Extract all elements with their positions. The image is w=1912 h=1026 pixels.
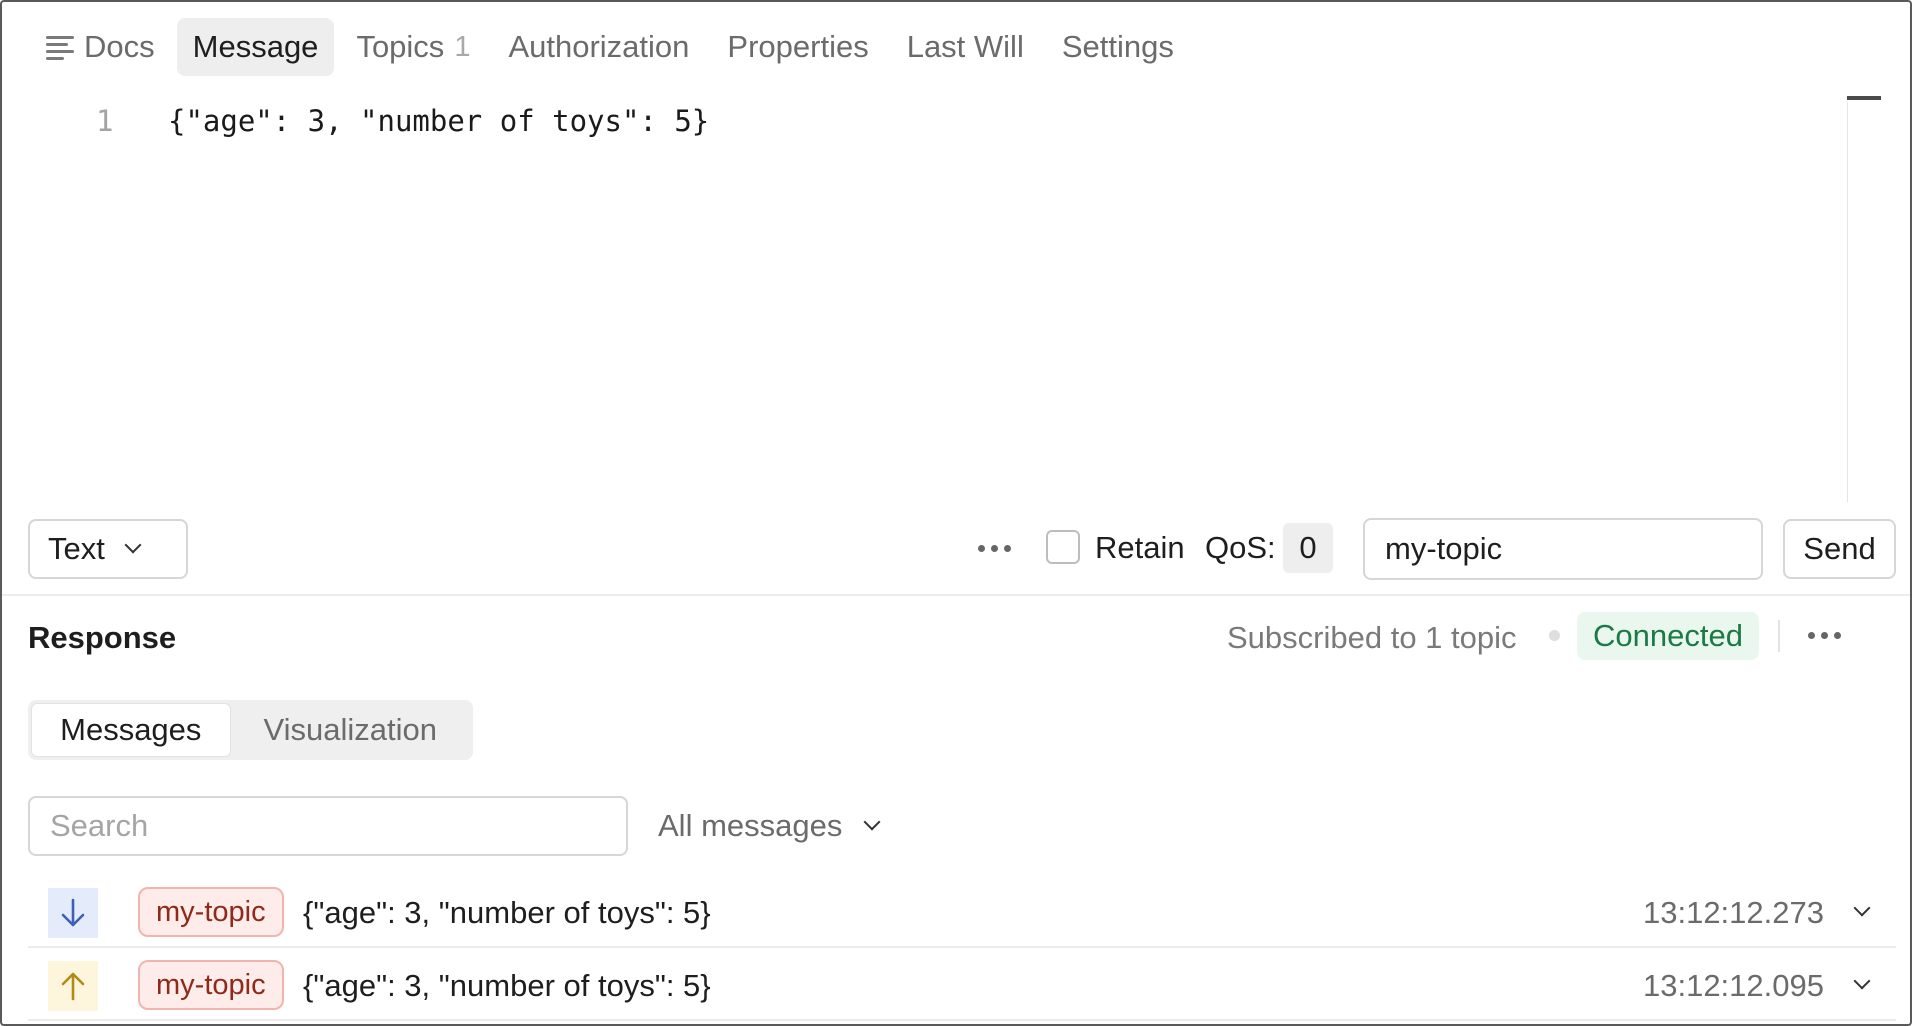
tab-settings[interactable]: Settings: [1046, 18, 1190, 76]
expand-chevron-icon[interactable]: [1853, 972, 1871, 992]
docs-icon: [46, 34, 74, 60]
segment-messages[interactable]: Messages: [31, 703, 231, 757]
qos-label: QoS:: [1205, 530, 1276, 565]
tab-last-will-label: Last Will: [906, 29, 1024, 64]
connection-status-badge: Connected: [1577, 612, 1759, 660]
arrow-down-icon: [48, 888, 98, 938]
tab-topics[interactable]: Topics 1: [340, 18, 486, 76]
response-view-toggle: Messages Visualization: [28, 700, 473, 760]
request-tabs: Docs Message Topics 1 Authorization Prop…: [30, 18, 1190, 76]
separator-dot: [1549, 630, 1560, 641]
line-number: 1: [96, 104, 114, 138]
message-timestamp: 13:12:12.273: [1642, 895, 1824, 930]
topic-tag: my-topic: [138, 960, 284, 1010]
tab-authorization-label: Authorization: [508, 29, 690, 64]
tab-properties[interactable]: Properties: [711, 18, 884, 76]
tab-authorization[interactable]: Authorization: [492, 18, 705, 76]
subscription-status: Subscribed to 1 topic: [1227, 620, 1517, 655]
retain-checkbox[interactable]: [1046, 530, 1080, 564]
tab-last-will[interactable]: Last Will: [891, 18, 1040, 76]
chevron-down-icon: [863, 813, 881, 831]
tab-docs[interactable]: Docs: [30, 18, 171, 76]
chevron-down-icon: [124, 536, 142, 554]
tab-message-label: Message: [192, 29, 319, 64]
segment-visualization[interactable]: Visualization: [231, 703, 470, 757]
qos-select[interactable]: 0: [1283, 523, 1333, 573]
message-timestamp: 13:12:12.095: [1642, 968, 1824, 1003]
tab-docs-label: Docs: [84, 29, 155, 64]
divider: [2, 594, 1910, 596]
message-filter-dropdown[interactable]: All messages: [658, 808, 881, 844]
minimap-indicator[interactable]: [1847, 96, 1881, 100]
response-title: Response: [28, 620, 177, 655]
app-window: Docs Message Topics 1 Authorization Prop…: [0, 0, 1912, 1026]
tab-topics-count: 1: [454, 30, 471, 63]
send-button[interactable]: Send: [1783, 519, 1896, 579]
filter-label: All messages: [658, 808, 843, 843]
response-more-icon[interactable]: [1808, 632, 1841, 639]
tab-properties-label: Properties: [727, 29, 869, 64]
tab-settings-label: Settings: [1061, 29, 1174, 64]
more-options-icon[interactable]: [978, 545, 1011, 552]
editor-content[interactable]: {"age": 3, "number of toys": 5}: [168, 104, 709, 138]
format-select[interactable]: Text: [28, 519, 188, 579]
message-row[interactable]: my-topic {"age": 3, "number of toys": 5}…: [28, 875, 1896, 948]
topic-tag: my-topic: [138, 887, 284, 937]
format-select-value: Text: [48, 531, 105, 566]
search-input[interactable]: [28, 796, 628, 856]
message-payload: {"age": 3, "number of toys": 5}: [303, 968, 711, 1003]
retain-label: Retain: [1095, 530, 1185, 565]
message-row[interactable]: my-topic {"age": 3, "number of toys": 5}…: [28, 948, 1896, 1021]
tab-message[interactable]: Message: [176, 18, 335, 76]
tab-topics-label: Topics: [356, 29, 445, 64]
arrow-up-icon: [48, 961, 98, 1011]
expand-chevron-icon[interactable]: [1853, 899, 1871, 919]
message-editor[interactable]: 1 {"age": 3, "number of toys": 5}: [2, 88, 1842, 498]
topic-input[interactable]: [1363, 518, 1763, 580]
message-payload: {"age": 3, "number of toys": 5}: [303, 895, 711, 930]
editor-scrollbar-track: [1847, 102, 1848, 502]
vertical-divider: [1778, 620, 1780, 652]
